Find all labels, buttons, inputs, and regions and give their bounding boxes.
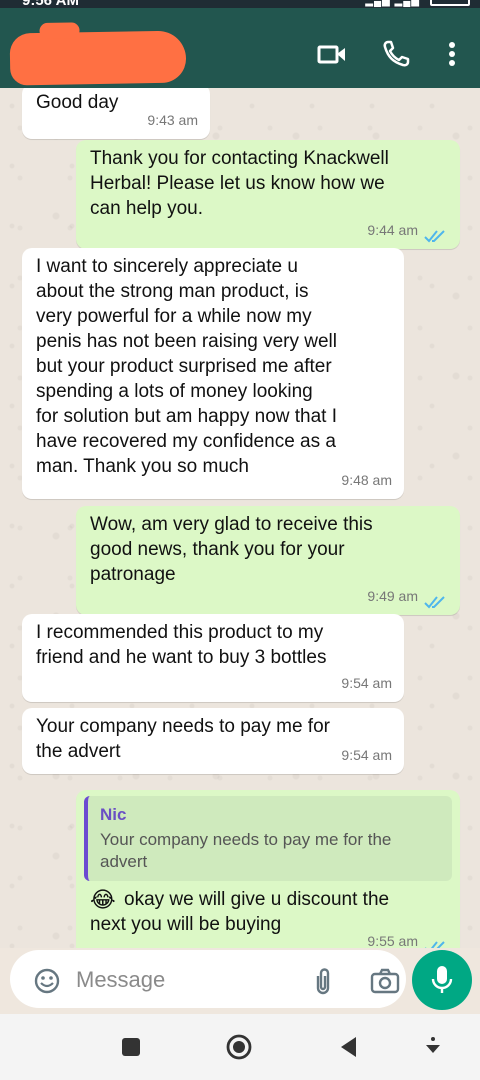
quoted-message[interactable]: Nic Your company needs to pay me for the… (84, 796, 452, 881)
system-navigation-bar (0, 1014, 480, 1080)
message-text: Thank you for contacting Knackwell Herba… (90, 148, 389, 219)
home-icon[interactable] (226, 1034, 252, 1060)
video-call-icon[interactable] (316, 38, 348, 70)
message-incoming[interactable]: I recommended this product to my friend … (22, 614, 404, 702)
message-incoming[interactable]: Your company needs to pay me for the adv… (22, 708, 404, 774)
read-ticks-icon (425, 941, 445, 948)
microphone-icon (431, 966, 453, 993)
read-ticks-icon (424, 596, 445, 609)
status-bar: 9:56 AM ▂▄▆ ▂▄▆ (0, 0, 480, 8)
status-time: 9:56 AM (22, 0, 79, 8)
read-ticks-icon (424, 230, 445, 243)
message-input[interactable] (76, 965, 296, 995)
quote-text: Your company needs to pay me for the adv… (100, 830, 392, 871)
attachment-icon[interactable] (310, 966, 336, 996)
message-text: Your company needs to pay me for the adv… (36, 716, 330, 762)
message-outgoing-reply[interactable]: Nic Your company needs to pay me for the… (76, 790, 460, 948)
message-incoming[interactable]: Good day 9:43 am (22, 88, 210, 139)
message-time: 9:54 am (341, 675, 392, 691)
chat-header (0, 8, 480, 88)
message-incoming[interactable]: I want to sincerely appreciate u about t… (22, 248, 404, 499)
camera-icon[interactable] (370, 968, 400, 994)
message-time: 9:43 am (147, 112, 198, 128)
message-input-container[interactable] (10, 950, 406, 1008)
chat-messages[interactable]: Good day 9:43 am Thank you for contactin… (0, 88, 480, 948)
laughing-emoji-icon: 😂 (90, 887, 116, 912)
message-text: Wow, am very glad to receive this good n… (90, 514, 373, 585)
voice-message-button[interactable] (412, 950, 472, 1010)
message-time: 9:55 am (367, 933, 418, 948)
message-time: 9:44 am (367, 222, 418, 238)
message-time: 9:54 am (341, 747, 392, 763)
battery-icon (430, 0, 470, 6)
emoji-icon[interactable] (34, 968, 60, 994)
quote-author: Nic (100, 805, 127, 824)
contact-name-redacted[interactable] (9, 30, 187, 86)
message-composer (0, 948, 480, 1014)
message-time: 9:48 am (341, 472, 392, 488)
message-text: I want to sincerely appreciate u about t… (36, 256, 338, 477)
message-outgoing[interactable]: Wow, am very glad to receive this good n… (76, 506, 460, 615)
hide-navigation-icon[interactable] (420, 1034, 446, 1060)
message-text: I recommended this product to my friend … (36, 622, 327, 668)
recent-apps-icon[interactable] (118, 1034, 144, 1060)
message-outgoing[interactable]: Thank you for contacting Knackwell Herba… (76, 140, 460, 249)
voice-call-icon[interactable] (380, 38, 412, 70)
back-icon[interactable] (336, 1034, 362, 1060)
signal-icon: ▂▄▆ ▂▄▆ (365, 0, 420, 7)
message-time: 9:49 am (367, 588, 418, 604)
more-options-icon[interactable] (436, 38, 468, 70)
